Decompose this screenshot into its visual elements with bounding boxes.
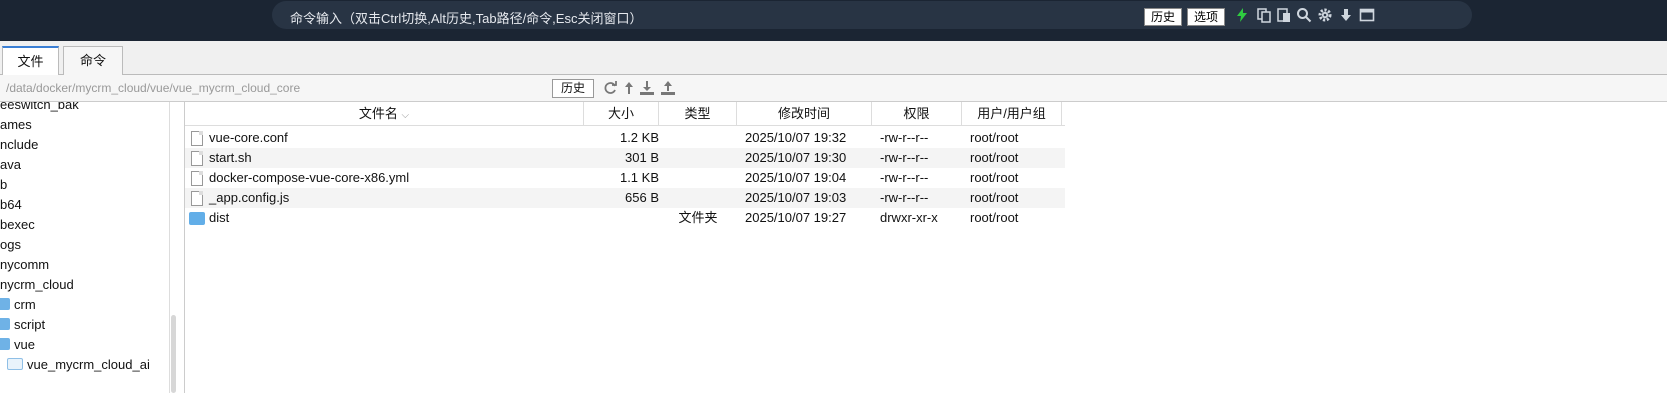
file-permission: -rw-r--r-- — [880, 170, 929, 185]
file-mtime: 2025/10/07 19:30 — [745, 150, 847, 165]
tab-bar: 文件 命令 — [0, 41, 1667, 76]
column-permission[interactable]: 权限 — [872, 102, 962, 126]
gear-icon[interactable] — [1317, 7, 1333, 23]
arrow-down-icon[interactable] — [1338, 7, 1354, 23]
tree-item[interactable]: nycrm_cloud — [0, 275, 74, 295]
table-row[interactable]: docker-compose-vue-core-x86.yml 1.1 KB 2… — [185, 168, 1065, 188]
lightning-icon[interactable] — [1234, 7, 1250, 23]
file-mtime: 2025/10/07 19:27 — [745, 210, 847, 225]
tree-item-crm[interactable]: crm — [0, 295, 36, 315]
file-permission: -rw-r--r-- — [880, 150, 929, 165]
folder-icon — [0, 338, 10, 350]
up-icon[interactable] — [621, 80, 637, 96]
command-history-button[interactable]: 历史 — [1144, 8, 1183, 26]
table-row[interactable]: start.sh 301 B 2025/10/07 19:30 -rw-r--r… — [185, 148, 1065, 168]
tree-item[interactable]: ava — [0, 155, 21, 175]
path-history-button[interactable]: 历史 — [552, 79, 594, 98]
column-type[interactable]: 类型 — [659, 102, 737, 126]
file-owner: root/root — [970, 130, 1019, 145]
table-row[interactable]: vue-core.conf 1.2 KB 2025/10/07 19:32 -r… — [185, 128, 1065, 148]
file-permission: drwxr-xr-x — [880, 210, 938, 225]
chevron-down-icon: ⌵ — [401, 110, 410, 121]
file-name: start.sh — [209, 150, 252, 165]
file-owner: root/root — [970, 210, 1019, 225]
file-name: docker-compose-vue-core-x86.yml — [209, 170, 410, 185]
tree-item[interactable]: eeswitch_bak — [0, 102, 79, 115]
table-row[interactable]: _app.config.js 656 B 2025/10/07 19:03 -r… — [185, 188, 1065, 208]
path-input[interactable]: /data/docker/mycrm_cloud/vue/vue_mycrm_c… — [4, 79, 552, 98]
command-options-button[interactable]: 选项 — [1187, 8, 1226, 26]
column-name[interactable]: 文件名 ⌵ — [185, 102, 584, 126]
tree-item[interactable]: nclude — [0, 135, 38, 155]
paste-icon[interactable] — [1276, 7, 1292, 23]
tree-item[interactable]: b — [0, 175, 7, 195]
table-row[interactable]: dist 文件夹 2025/10/07 19:27 drwxr-xr-x roo… — [185, 208, 1065, 228]
file-list: 文件名 ⌵ 大小 类型 修改时间 权限 用户/用户组 vue-core.conf… — [184, 102, 1667, 393]
tree-item[interactable]: ogs — [0, 235, 21, 255]
file-size: 656 B — [625, 190, 659, 205]
file-icon — [191, 131, 203, 146]
file-owner: root/root — [970, 170, 1019, 185]
file-mtime: 2025/10/07 19:04 — [745, 170, 847, 185]
file-owner: root/root — [970, 150, 1019, 165]
tab-commands[interactable]: 命令 — [63, 46, 123, 75]
tree-item[interactable]: nycomm — [0, 255, 49, 275]
tree-item-script[interactable]: script — [0, 315, 45, 335]
file-owner: root/root — [970, 190, 1019, 205]
folder-icon — [0, 318, 10, 330]
tree-scrollbar[interactable] — [171, 315, 176, 393]
file-name: dist — [209, 210, 230, 225]
file-size — [584, 208, 659, 228]
window-icon[interactable] — [1359, 7, 1375, 23]
file-mtime: 2025/10/07 19:32 — [745, 130, 847, 145]
file-icon — [191, 171, 203, 186]
file-type — [659, 148, 737, 168]
copy-icon[interactable] — [1256, 7, 1272, 23]
folder-icon — [0, 298, 10, 310]
tree-item[interactable]: b64 — [0, 195, 22, 215]
file-name: vue-core.conf — [209, 130, 288, 145]
download-icon[interactable] — [639, 80, 655, 96]
column-mtime[interactable]: 修改时间 — [737, 102, 872, 126]
file-icon — [191, 151, 203, 166]
file-type — [659, 128, 737, 148]
file-table-header: 文件名 ⌵ 大小 类型 修改时间 权限 用户/用户组 — [185, 102, 1065, 126]
file-permission: -rw-r--r-- — [880, 190, 929, 205]
tree-item-vue-mycrm-cloud-ai[interactable]: vue_mycrm_cloud_ai — [7, 355, 150, 375]
tree-item[interactable]: bexec — [0, 215, 35, 235]
upload-icon[interactable] — [660, 80, 676, 96]
refresh-icon[interactable] — [602, 80, 618, 96]
file-name: _app.config.js — [209, 190, 290, 205]
column-size[interactable]: 大小 — [584, 102, 659, 126]
search-icon[interactable] — [1296, 7, 1312, 23]
tree-item-vue[interactable]: vue — [0, 335, 35, 355]
file-type — [659, 188, 737, 208]
command-input[interactable]: 命令输入（双击Ctrl切换,Alt历史,Tab路径/命令,Esc关闭窗口） 历史… — [272, 1, 1472, 29]
file-type: 文件夹 — [678, 210, 718, 225]
command-placeholder: 命令输入（双击Ctrl切换,Alt历史,Tab路径/命令,Esc关闭窗口） — [290, 11, 643, 26]
file-size: 301 B — [625, 150, 659, 165]
file-icon — [191, 191, 203, 206]
folder-icon — [189, 212, 205, 225]
folder-open-icon — [7, 358, 23, 370]
file-type — [659, 168, 737, 188]
tree-item[interactable]: ames — [0, 115, 32, 135]
file-size: 1.2 KB — [619, 130, 659, 145]
file-permission: -rw-r--r-- — [880, 130, 929, 145]
path-bar: /data/docker/mycrm_cloud/vue/vue_mycrm_c… — [0, 75, 1667, 102]
file-mtime: 2025/10/07 19:03 — [745, 190, 847, 205]
command-bar: 命令输入（双击Ctrl切换,Alt历史,Tab路径/命令,Esc关闭窗口） 历史… — [0, 0, 1667, 50]
directory-tree: eeswitch_bak ames nclude ava b b64 bexec… — [0, 102, 170, 393]
file-size: 1.1 KB — [619, 170, 659, 185]
column-owner[interactable]: 用户/用户组 — [962, 102, 1062, 126]
tab-files[interactable]: 文件 — [2, 46, 59, 76]
